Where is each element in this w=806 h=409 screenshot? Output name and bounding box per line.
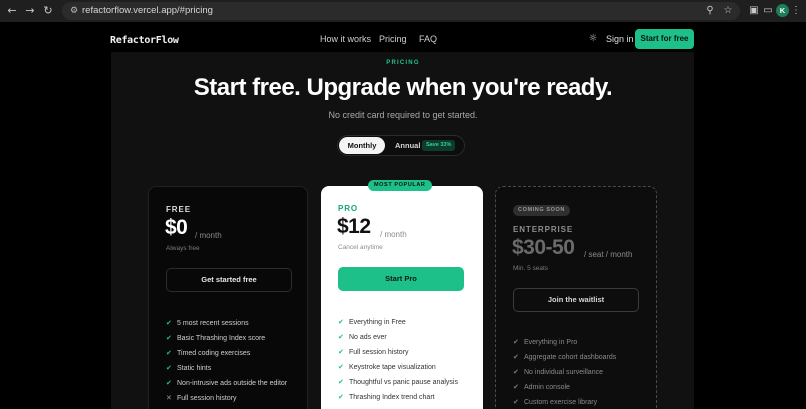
- nav-link-how-it-works[interactable]: How it works: [320, 34, 371, 44]
- plan-name: ENTERPRISE: [513, 225, 574, 234]
- check-circle-icon: ✔: [513, 338, 519, 346]
- plan-card-enterprise: COMING SOON ENTERPRISE $30-50 / seat / m…: [495, 186, 657, 409]
- password-key-icon[interactable]: ⚲: [702, 3, 718, 19]
- plan-note: Always free: [166, 245, 200, 252]
- feature-item: ✔ Timed coding exercises: [166, 349, 251, 357]
- feature-item: ✔ No ads ever: [338, 333, 387, 341]
- plan-period: / month: [380, 230, 407, 239]
- check-circle-icon: ✔: [166, 319, 172, 327]
- browser-toolbar: ← → ↻ ⚙ refactorflow.vercel.app/#pricing…: [0, 0, 806, 22]
- feature-item: ✔ Thrashing Index trend chart: [338, 393, 435, 401]
- feature-item: ✔ Basic Thrashing Index score: [166, 334, 266, 342]
- plan-name: FREE: [166, 205, 191, 214]
- check-circle-icon: ✔: [513, 368, 519, 376]
- check-circle-icon: ✔: [513, 398, 519, 406]
- start-for-free-button[interactable]: Start for free: [635, 29, 694, 49]
- address-bar[interactable]: ⚙ refactorflow.vercel.app/#pricing: [62, 2, 740, 20]
- plan-period: / seat / month: [584, 250, 633, 259]
- bookmark-star-icon[interactable]: ☆: [720, 3, 736, 19]
- plan-price: $0: [165, 216, 188, 239]
- coming-soon-badge: COMING SOON: [513, 205, 570, 216]
- section-eyebrow: PRICING: [386, 60, 420, 66]
- plan-price: $12: [337, 215, 371, 238]
- join-waitlist-button[interactable]: Join the waitlist: [513, 288, 639, 312]
- feature-item: ✔ Full session history: [338, 348, 409, 356]
- check-circle-icon: ✔: [338, 363, 344, 371]
- page-title: Start free. Upgrade when you're ready.: [193, 74, 613, 101]
- theme-toggle-sun-icon[interactable]: ☼: [586, 32, 600, 46]
- nav-link-pricing[interactable]: Pricing: [379, 34, 407, 44]
- browser-menu-icon[interactable]: ⋮: [790, 3, 802, 19]
- plan-note: Min. 5 seats: [513, 265, 549, 272]
- plan-card-free: FREE $0 / month Always free Get started …: [148, 186, 308, 409]
- feature-item: ✔ Keystroke tape visualization: [338, 363, 436, 371]
- plan-name: PRO: [338, 204, 359, 213]
- feature-item: ✔ Aggregate cohort dashboards: [513, 353, 617, 361]
- plan-note: Cancel anytime: [338, 244, 383, 251]
- nav-link-faq[interactable]: FAQ: [419, 34, 437, 44]
- url-text[interactable]: refactorflow.vercel.app/#pricing: [82, 4, 213, 18]
- sign-in-link[interactable]: Sign in: [606, 34, 634, 44]
- sidebar-icon[interactable]: ▭: [760, 3, 776, 19]
- check-circle-icon: ✔: [166, 349, 172, 357]
- site-info-icon[interactable]: ⚙: [68, 5, 80, 17]
- x-icon: ✕: [166, 394, 172, 402]
- check-circle-icon: ✔: [338, 333, 344, 341]
- billing-toggle: Monthly Annual Save 33%: [337, 135, 465, 156]
- billing-annual-option[interactable]: Annual: [395, 137, 420, 154]
- feature-item: ✔ Everything in Pro: [513, 338, 578, 346]
- check-circle-icon: ✔: [338, 378, 344, 386]
- most-popular-badge: MOST POPULAR: [368, 180, 432, 191]
- profile-avatar[interactable]: K: [776, 4, 789, 17]
- page-subtitle: No credit card required to get started.: [328, 110, 478, 120]
- annual-save-badge: Save 33%: [422, 140, 456, 151]
- check-circle-icon: ✔: [338, 393, 344, 401]
- feature-item: ✔ Custom exercise library: [513, 398, 598, 406]
- reload-icon[interactable]: ↻: [40, 3, 56, 19]
- start-pro-button[interactable]: Start Pro: [338, 267, 464, 291]
- get-started-free-button[interactable]: Get started free: [166, 268, 292, 292]
- forward-icon[interactable]: →: [22, 3, 38, 19]
- feature-item: ✕ Full session history: [166, 394, 237, 402]
- check-circle-icon: ✔: [513, 353, 519, 361]
- feature-item: ✔ 5 most recent sessions: [166, 319, 249, 327]
- feature-item: ✔ Non-intrusive ads outside the editor: [166, 379, 288, 387]
- billing-monthly-option[interactable]: Monthly: [339, 137, 385, 154]
- feature-item: ✔ Everything in Free: [338, 318, 406, 326]
- check-circle-icon: ✔: [338, 318, 344, 326]
- feature-item: ✔ Admin console: [513, 383, 570, 391]
- check-circle-icon: ✔: [166, 334, 172, 342]
- site-logo[interactable]: RefactorFlow: [110, 35, 179, 46]
- page: RefactorFlow How it works Pricing FAQ ☼ …: [0, 22, 806, 409]
- plan-price: $30-50: [512, 236, 575, 259]
- check-circle-icon: ✔: [166, 364, 172, 372]
- check-circle-icon: ✔: [513, 383, 519, 391]
- feature-item: ✔ Static hints: [166, 364, 212, 372]
- plan-period: / month: [195, 231, 222, 240]
- check-circle-icon: ✔: [166, 379, 172, 387]
- feature-item: ✔ No individual surveillance: [513, 368, 603, 376]
- feature-item: ✔ Thoughtful vs panic pause analysis: [338, 378, 458, 386]
- check-circle-icon: ✔: [338, 348, 344, 356]
- plan-card-pro: MOST POPULAR PRO $12 / month Cancel anyt…: [321, 180, 483, 409]
- back-icon[interactable]: ←: [4, 3, 20, 19]
